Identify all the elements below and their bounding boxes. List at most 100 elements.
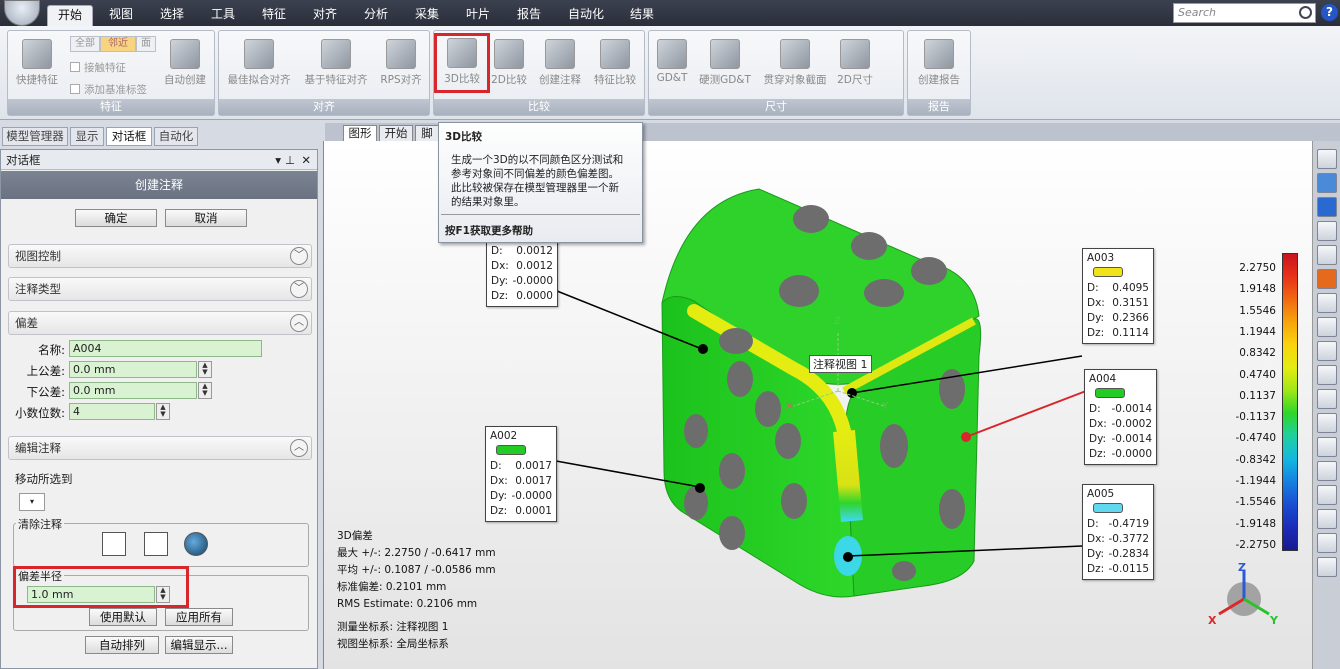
menu-tab-blade[interactable]: 叶片 [455,5,501,26]
move-to-dropdown[interactable]: ▾ [19,493,45,511]
menu-tab-select[interactable]: 选择 [149,5,195,26]
polygon-tool-icon[interactable] [1317,413,1337,433]
select-tool-icon[interactable] [1317,437,1337,457]
app-logo[interactable] [4,0,40,26]
lower-tol-field[interactable]: 0.0 mm [69,382,197,399]
feature-align-button[interactable]: 基于特征对齐 [301,37,371,87]
section-annotation-type[interactable]: 注释类型 ﹀ [8,277,312,301]
a001-row-dy: Dy: -0.0000 [491,275,553,287]
view-box-icon[interactable] [1317,197,1337,217]
gdt-button[interactable]: GD&T [655,37,689,84]
compare-3d-button[interactable]: 3D比较 [434,33,490,93]
menu-tab-features[interactable]: 特征 [251,5,297,26]
menu-tab-capture[interactable]: 采集 [404,5,450,26]
best-fit-align-button[interactable]: 最佳拟合对齐 [225,37,293,87]
search-icon[interactable] [1299,6,1312,19]
section-deviation[interactable]: 偏差 ︿ [8,311,312,335]
contact-feature-option[interactable]: 接触特征 [70,60,126,75]
filter-near[interactable]: 邻近 [100,36,136,52]
deviation-radius-field[interactable]: 1.0 mm [27,586,155,603]
annotation-box-a002[interactable]: A002 D: 0.0017 Dx: 0.0017 Dy: -0.0000 Dz: 0.… [485,426,557,522]
feature-compare-button[interactable]: 特征比较 [590,37,640,87]
zoom-icon[interactable] [1317,245,1337,265]
dim-2d-button[interactable]: 2D尺寸 [835,37,875,87]
add-datum-checkbox[interactable] [70,84,80,94]
panel-menu-icon[interactable]: ▾ [275,150,281,170]
create-annotation-button[interactable]: 创建注释 [536,37,584,87]
decimals-field[interactable]: 4 [69,403,155,420]
compare-2d-button[interactable]: 2D比较 [490,37,528,87]
clear-view-icon[interactable] [144,532,168,556]
chevron-up-icon[interactable]: ︿ [290,439,308,457]
search-input[interactable]: Search [1173,3,1316,23]
quick-feature-button[interactable]: 快捷特征 [14,37,60,87]
line-tool-icon[interactable] [1317,341,1337,361]
tab-dialog[interactable]: 对话框 [106,127,152,146]
menu-tab-align[interactable]: 对齐 [302,5,348,26]
menu-tab-view[interactable]: 视图 [98,5,144,26]
lasso-icon[interactable] [1317,317,1337,337]
pointer-tool-icon[interactable] [1317,149,1337,169]
pen-tool-icon[interactable] [1317,365,1337,385]
lower-tol-spinner[interactable]: ▲ ▼ [198,382,212,399]
section-view-control[interactable]: 视图控制 ﹀ [8,244,312,268]
probe-gdt-button[interactable]: 硬测GD&T [697,37,753,87]
use-default-button[interactable]: 使用默认 [89,608,157,626]
image-tool-icon[interactable] [1317,221,1337,241]
tab-script[interactable]: 脚 [415,125,439,142]
annotation-box-a005[interactable]: A005 D: -0.4719 Dx: -0.3772 Dy: -0.2834 Dz:… [1082,484,1154,580]
filter-all[interactable]: 全部 [70,36,100,52]
auto-create-button[interactable]: 自动创建 [160,37,210,87]
name-field[interactable]: A004 [69,340,262,357]
help-icon[interactable]: ? [1321,4,1338,21]
section-edit-annotation[interactable]: 编辑注释 ︿ [8,436,312,460]
color-tool-icon[interactable] [1317,269,1337,289]
chevron-down-icon[interactable]: ﹀ [290,247,308,265]
tab-graphics[interactable]: 图形 [343,125,377,142]
edit-display-button[interactable]: 编辑显示... [165,636,233,654]
tab-display[interactable]: 显示 [70,127,104,146]
annotation-box-a001[interactable]: D: 0.0012 Dx: 0.0012 Dy: -0.0000 Dz: 0.0000 [486,241,558,307]
plane-tool-icon[interactable] [1317,509,1337,529]
contact-feature-checkbox[interactable] [70,62,80,72]
tab-automation[interactable]: 自动化 [154,127,198,146]
decimals-spinner[interactable]: ▲ ▼ [156,403,170,420]
chevron-up-icon[interactable]: ︿ [290,314,308,332]
clear-selected-icon[interactable] [102,532,126,556]
menu-tab-tools[interactable]: 工具 [200,5,246,26]
through-section-button[interactable]: 贯穿对象截面 [761,37,829,87]
layer-tool-icon[interactable] [1317,533,1337,553]
measure-tool-icon[interactable] [1317,557,1337,577]
menu-tab-automation[interactable]: 自动化 [560,5,612,26]
tab-model-manager[interactable]: 模型管理器 [2,127,68,146]
auto-arrange-button[interactable]: 自动排列 [85,636,159,654]
rps-align-button[interactable]: RPS对齐 [377,37,425,87]
cancel-button[interactable]: 取消 [165,209,247,227]
annotation-box-a004[interactable]: A004 D: -0.0014 Dx: -0.0002 Dy: -0.0014 Dz:… [1084,369,1157,465]
menu-tab-results[interactable]: 结果 [619,5,665,26]
deviation-radius-spinner[interactable]: ▲ ▼ [156,586,170,603]
tab-start[interactable]: 开始 [379,125,413,142]
rotate-tool-icon[interactable] [1317,173,1337,193]
close-icon[interactable]: ✕ [301,150,311,170]
create-report-button[interactable]: 创建报告 [913,37,965,87]
filter-face[interactable]: 面 [136,36,156,52]
scale-label: -0.1137 [1235,411,1276,424]
menu-tab-analysis[interactable]: 分析 [353,5,399,26]
clear-all-globe-icon[interactable] [184,532,208,556]
upper-tol-spinner[interactable]: ▲ ▼ [198,361,212,378]
pin-icon[interactable]: ⊥ [285,150,295,170]
cursor-tool-icon[interactable] [1317,461,1337,481]
ok-button[interactable]: 确定 [75,209,157,227]
apply-all-button[interactable]: 应用所有 [165,608,233,626]
upper-tol-field[interactable]: 0.0 mm [69,361,197,378]
add-datum-option[interactable]: 添加基准标签 [70,82,147,97]
menu-tab-report[interactable]: 报告 [506,5,552,26]
annotation-box-a003[interactable]: A003 D: 0.4095 Dx: 0.3151 Dy: 0.2366 Dz: 0.1… [1082,248,1154,344]
menu-tab-start[interactable]: 开始 [47,5,93,26]
annotation-view-label[interactable]: 注释视图 1 [809,355,872,373]
brush-tool-icon[interactable] [1317,389,1337,409]
select-rect-icon[interactable] [1317,293,1337,313]
edit-tool-icon[interactable] [1317,485,1337,505]
chevron-down-icon[interactable]: ﹀ [290,280,308,298]
